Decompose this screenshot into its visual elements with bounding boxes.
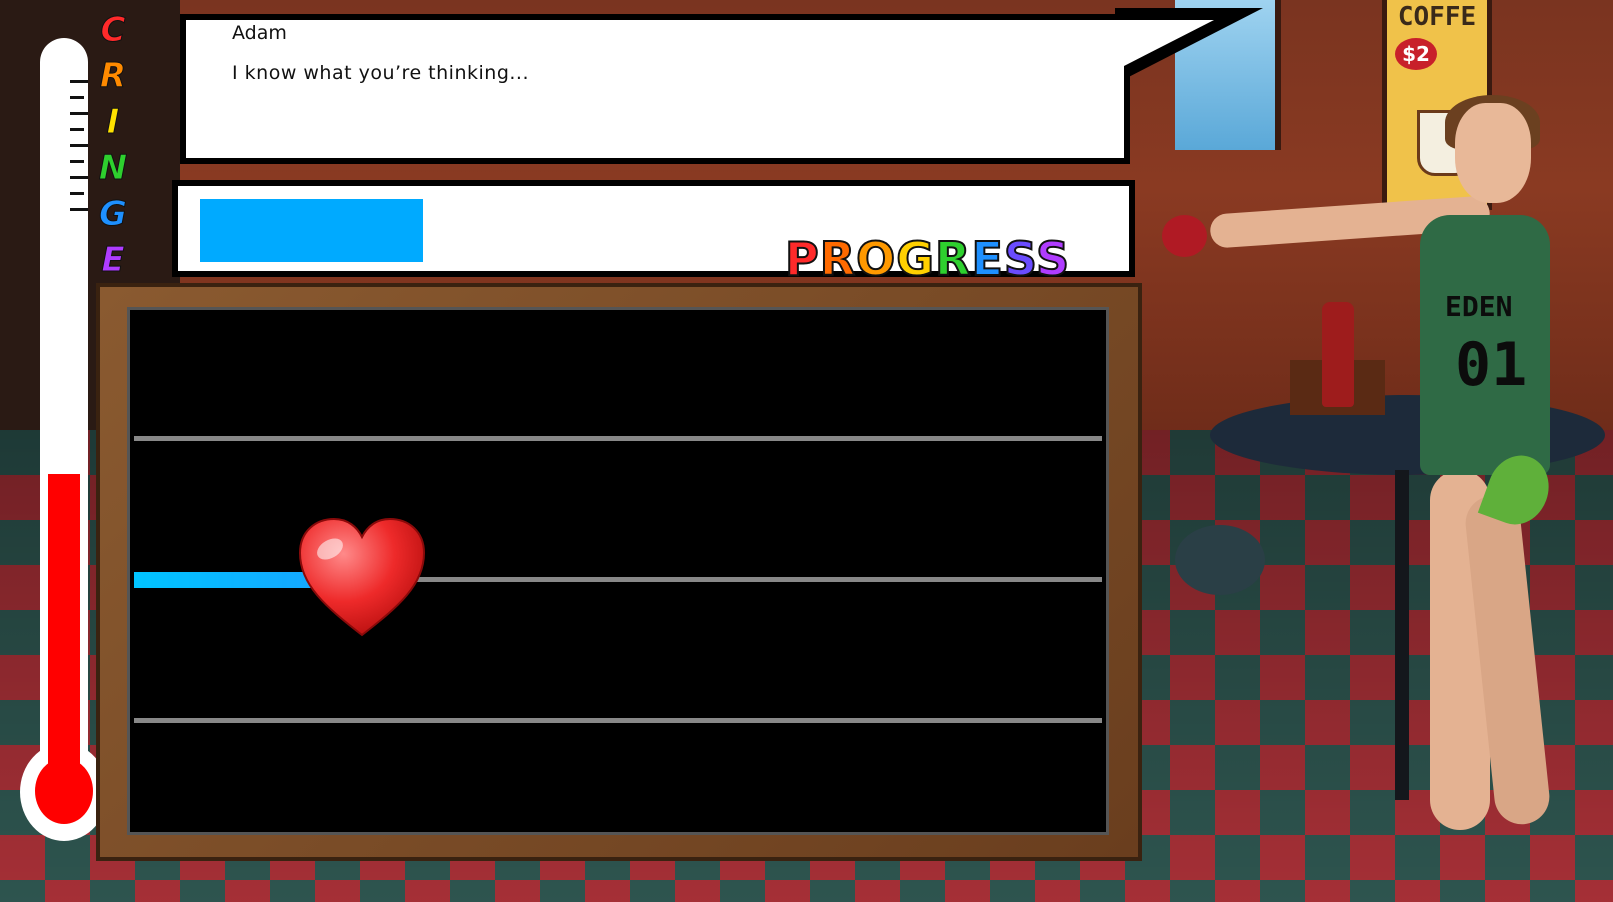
cringe-letter: G: [99, 194, 128, 235]
jersey-text: EDEN: [1445, 290, 1513, 323]
apple-icon: [1162, 215, 1207, 257]
progress-label-letter: E: [970, 231, 1004, 287]
poster-text: COFFE: [1397, 2, 1477, 32]
poster-price: $2: [1395, 38, 1437, 70]
progress-label-letter: S: [1035, 231, 1071, 287]
speaker-name: Adam: [232, 22, 287, 44]
thermometer-tick: [70, 128, 84, 131]
progress-label-letter: R: [819, 231, 857, 287]
lane-line: [134, 436, 1102, 441]
thermometer-tick: [70, 192, 84, 195]
cringe-letter: I: [106, 102, 120, 143]
progress-label-letter: S: [1003, 231, 1036, 287]
jersey-number: 01: [1455, 330, 1528, 400]
dialogue-box[interactable]: [180, 14, 1130, 164]
thermometer-tick: [70, 112, 88, 115]
heart-icon[interactable]: [296, 515, 428, 639]
character-jersey: EDEN 01: [1420, 215, 1550, 475]
dialogue-text: I know what you’re thinking...: [232, 62, 529, 84]
thermometer-tick: [70, 176, 88, 179]
speech-bubble-tail-inner: [1124, 20, 1214, 66]
progress-label: PROGRESS: [784, 231, 1071, 287]
thermometer-tick: [70, 160, 84, 163]
character-head: [1455, 103, 1531, 203]
thermometer-bulb-fill: [35, 758, 93, 824]
character-adam: EDEN 01: [1162, 95, 1590, 855]
progress-label-letter: O: [855, 231, 897, 287]
lane-line: [134, 718, 1102, 723]
progress-bar-fill: [200, 199, 423, 262]
thermometer-tick: [70, 144, 88, 147]
progress-label-letter: R: [934, 231, 972, 287]
game-board[interactable]: [127, 307, 1109, 835]
progress-label-letter: P: [784, 231, 820, 287]
progress-label-letter: G: [895, 231, 936, 287]
thermometer-level: [48, 474, 80, 793]
cringe-letter: N: [98, 148, 128, 189]
cringe-letter: R: [99, 56, 127, 97]
thermometer-tick: [70, 208, 88, 211]
cringe-letter: E: [101, 240, 125, 281]
cringe-letter: C: [100, 10, 126, 51]
thermometer-tick: [70, 80, 88, 83]
thermometer-tick: [70, 96, 84, 99]
